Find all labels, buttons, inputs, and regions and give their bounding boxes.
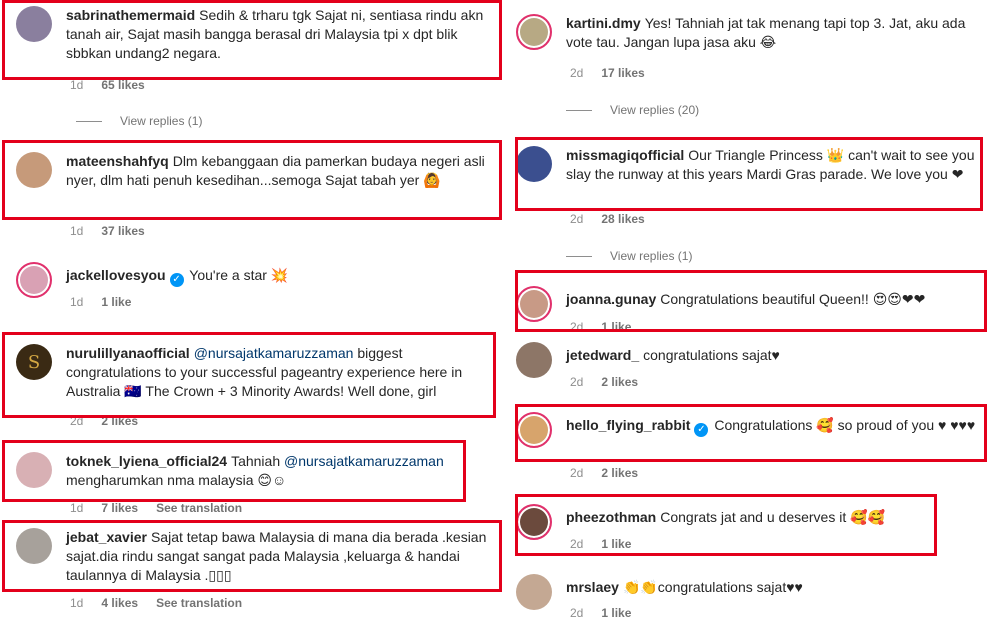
comment-time: 2d (570, 212, 584, 226)
view-replies-label: View replies (20) (610, 103, 700, 117)
comment-time: 2d (570, 466, 584, 480)
see-translation-button[interactable]: See translation (156, 501, 242, 515)
comment-time: 2d (570, 606, 584, 620)
comment-meta: 2d 28 likes (570, 212, 645, 226)
view-replies-label: View replies (1) (610, 249, 693, 263)
comment-text: 👏👏congratulations sajat♥♥ (622, 579, 803, 595)
verified-badge-icon: ✓ (169, 273, 184, 287)
comment-meta: 2d 2 likes (570, 466, 638, 480)
comment-time: 1d (70, 501, 84, 515)
comment-meta: 1d 65 likes (70, 78, 145, 92)
comment-time: 1d (70, 596, 84, 610)
highlight-box (2, 440, 466, 502)
comment-item: jetedward_ congratulations sajat♥ (516, 342, 986, 378)
comment-time: 1d (70, 295, 84, 309)
avatar[interactable] (516, 342, 552, 378)
comment-username[interactable]: mrslaey (566, 579, 619, 595)
avatar[interactable] (516, 574, 552, 610)
comment-text: You're a star 💥 (189, 267, 289, 283)
comment-meta: 2d 17 likes (570, 66, 645, 80)
avatar[interactable] (516, 14, 552, 50)
view-replies-label: View replies (1) (120, 114, 203, 128)
like-count[interactable]: 2 likes (601, 466, 638, 480)
comment-meta: 1d 1 like (70, 295, 131, 309)
highlight-box (515, 137, 983, 211)
comment-meta: 2d 1 like (570, 606, 631, 620)
like-count[interactable]: 17 likes (601, 66, 644, 80)
highlight-box (515, 270, 987, 332)
comment-username[interactable]: jetedward_ (566, 347, 639, 363)
view-replies-button[interactable]: View replies (1) (566, 249, 692, 263)
comment-meta: 2d 2 likes (570, 375, 638, 389)
highlight-box (2, 140, 502, 220)
like-count[interactable]: 2 likes (601, 375, 638, 389)
comment-time: 1d (70, 224, 84, 238)
highlight-box (515, 494, 937, 556)
highlight-box (2, 332, 496, 418)
comment-time: 2d (570, 375, 584, 389)
see-translation-button[interactable]: See translation (156, 596, 242, 610)
view-replies-button[interactable]: View replies (1) (76, 114, 202, 128)
like-count[interactable]: 1 like (601, 606, 631, 620)
comment-meta: 1d 7 likes See translation (70, 501, 242, 515)
comment-username[interactable]: kartini.dmy (566, 15, 641, 31)
comment-item: jackellovesyou ✓ You're a star 💥 (16, 262, 496, 298)
comment-item: mrslaey 👏👏congratulations sajat♥♥ (516, 574, 986, 610)
comment-item: kartini.dmy Yes! Tahniah jat tak menang t… (516, 14, 986, 52)
avatar[interactable] (16, 262, 52, 298)
comment-time: 1d (70, 78, 84, 92)
highlight-box (2, 520, 502, 592)
comment-text: congratulations sajat♥ (643, 347, 780, 363)
comment-meta: 1d 4 likes See translation (70, 596, 242, 610)
like-count[interactable]: 1 like (101, 295, 131, 309)
like-count[interactable]: 4 likes (101, 596, 138, 610)
comment-time: 2d (570, 66, 584, 80)
view-replies-button[interactable]: View replies (20) (566, 103, 699, 117)
comment-username[interactable]: jackellovesyou (66, 267, 166, 283)
like-count[interactable]: 28 likes (601, 212, 644, 226)
like-count[interactable]: 7 likes (101, 501, 138, 515)
highlight-box (2, 0, 502, 80)
highlight-box (515, 404, 987, 462)
like-count[interactable]: 65 likes (101, 78, 144, 92)
comment-meta: 1d 37 likes (70, 224, 145, 238)
like-count[interactable]: 37 likes (101, 224, 144, 238)
